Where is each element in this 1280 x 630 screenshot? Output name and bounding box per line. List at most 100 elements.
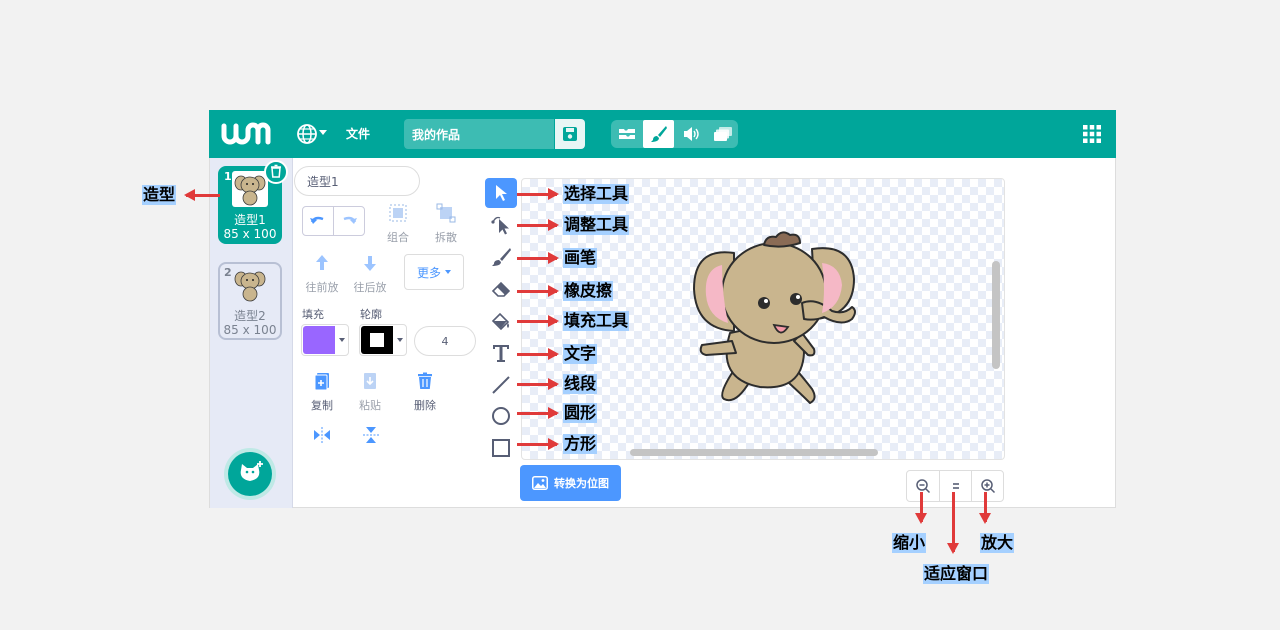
costume-size: 85 x 100 — [223, 227, 277, 241]
backward-button[interactable]: 往后放 — [350, 252, 390, 295]
trash-icon — [271, 164, 281, 178]
costume-index: 2 — [224, 266, 232, 279]
select-arrow-icon — [496, 185, 507, 201]
annotation-arrow — [517, 407, 559, 419]
backward-label: 往后放 — [353, 281, 387, 294]
undo-icon — [310, 216, 324, 224]
annotation-select-tool: 选择工具 — [563, 184, 630, 204]
paste-label: 粘贴 — [359, 399, 381, 412]
app-logo[interactable] — [221, 120, 273, 148]
add-costume-button[interactable] — [228, 452, 272, 496]
paint-brush-icon — [650, 126, 667, 142]
redo-icon — [343, 216, 357, 224]
sound-icon — [683, 127, 699, 141]
ungroup-button[interactable]: 拆散 — [430, 202, 462, 245]
forward-button[interactable]: 往前放 — [302, 252, 342, 295]
flip-vertical-icon — [363, 427, 379, 443]
annotation-arrow — [947, 492, 959, 554]
rectangle-tool[interactable] — [485, 433, 517, 463]
code-mode-button[interactable] — [611, 120, 642, 148]
backdrop-mode-button[interactable] — [707, 120, 738, 148]
reshape-icon — [491, 216, 509, 235]
fill-bucket-icon — [491, 312, 510, 331]
costume-size: 85 x 100 — [223, 323, 277, 337]
copy-button[interactable]: 复制 — [306, 370, 338, 413]
select-tool[interactable] — [485, 178, 517, 208]
flip-vertical-button[interactable] — [359, 424, 383, 449]
annotation-arrow — [517, 252, 559, 264]
paste-button[interactable]: 粘贴 — [354, 370, 386, 413]
file-menu[interactable]: 文件 — [346, 125, 370, 142]
delete-costume-button[interactable] — [264, 160, 288, 184]
costume-mode-button[interactable] — [643, 120, 674, 148]
ungroup-label: 拆散 — [435, 231, 457, 244]
text-icon — [493, 345, 509, 362]
copy-label: 复制 — [311, 399, 333, 412]
annotation-arrow — [517, 438, 559, 450]
circle-tool[interactable] — [485, 401, 517, 431]
zoom-reset-button[interactable] — [939, 471, 972, 501]
move-forward-icon — [316, 255, 328, 270]
move-backward-icon — [364, 256, 376, 271]
brush-tool[interactable] — [485, 242, 517, 272]
group-label: 组合 — [387, 231, 409, 244]
eraser-tool[interactable] — [485, 274, 517, 304]
costume-item-2[interactable]: 2 造型2 85 x 100 — [218, 262, 282, 340]
trash-icon — [418, 372, 432, 389]
elephant-sprite[interactable] — [682, 223, 862, 415]
elephant-thumbnail-icon — [234, 271, 266, 302]
redo-button[interactable] — [333, 206, 365, 236]
annotation-zoom-in: 放大 — [980, 533, 1015, 553]
sound-mode-button[interactable] — [675, 120, 706, 148]
costume-name: 造型1 — [234, 213, 266, 227]
paste-icon — [364, 373, 376, 389]
circle-icon — [492, 407, 510, 425]
delete-button[interactable]: 删除 — [409, 370, 441, 413]
eraser-icon — [491, 281, 511, 297]
annotation-arrow — [517, 348, 559, 360]
fill-tool[interactable] — [485, 306, 517, 336]
horizontal-scrollbar[interactable] — [630, 449, 878, 456]
annotation-arrow — [979, 492, 991, 524]
image-icon — [532, 476, 548, 490]
language-caret-icon[interactable] — [319, 130, 327, 135]
group-button[interactable]: 组合 — [382, 202, 414, 245]
copy-icon — [314, 373, 329, 391]
ungroup-icon — [436, 203, 456, 223]
more-button[interactable]: 更多 — [404, 254, 464, 290]
annotation-text-tool: 文字 — [563, 344, 598, 364]
flip-horizontal-button[interactable] — [310, 424, 334, 449]
costume-index: 1 — [224, 170, 232, 183]
annotation-arrow — [517, 378, 559, 390]
vertical-scrollbar[interactable] — [992, 261, 1000, 369]
apps-grid-icon[interactable] — [1082, 124, 1102, 144]
save-button[interactable] — [555, 119, 585, 149]
zoom-out-button[interactable] — [907, 471, 939, 501]
line-tool[interactable] — [485, 370, 517, 400]
reshape-tool[interactable] — [485, 210, 517, 240]
annotation-fill-tool: 填充工具 — [563, 311, 630, 331]
text-tool[interactable] — [485, 338, 517, 368]
fill-color-picker[interactable] — [301, 324, 349, 356]
project-title-input[interactable] — [404, 119, 554, 149]
annotation-line-tool: 线段 — [563, 374, 598, 394]
outline-color-picker[interactable] — [359, 324, 407, 356]
annotation-arrow — [517, 188, 559, 200]
blocks-icon — [618, 129, 635, 139]
elephant-thumbnail-icon — [234, 175, 266, 206]
undo-button[interactable] — [302, 206, 334, 236]
annotation-circle-tool: 圆形 — [563, 403, 598, 423]
fill-label: 填充 — [302, 308, 324, 321]
group-icon — [389, 204, 407, 222]
editor-mode-switch — [611, 120, 738, 148]
cat-add-icon — [240, 461, 263, 481]
costume-list: 1 造型1 85 x 100 2 造型2 85 x 100 — [210, 158, 293, 508]
language-globe-icon[interactable] — [295, 122, 319, 146]
outline-label: 轮廓 — [360, 308, 382, 321]
delete-label: 删除 — [414, 399, 436, 412]
annotation-zoom-reset: 适应窗口 — [923, 564, 990, 584]
zoom-in-button[interactable] — [971, 471, 1004, 501]
stroke-width-input[interactable] — [414, 326, 476, 356]
costume-name-input[interactable] — [294, 166, 420, 196]
convert-to-bitmap-button[interactable]: 转换为位图 — [520, 465, 621, 501]
